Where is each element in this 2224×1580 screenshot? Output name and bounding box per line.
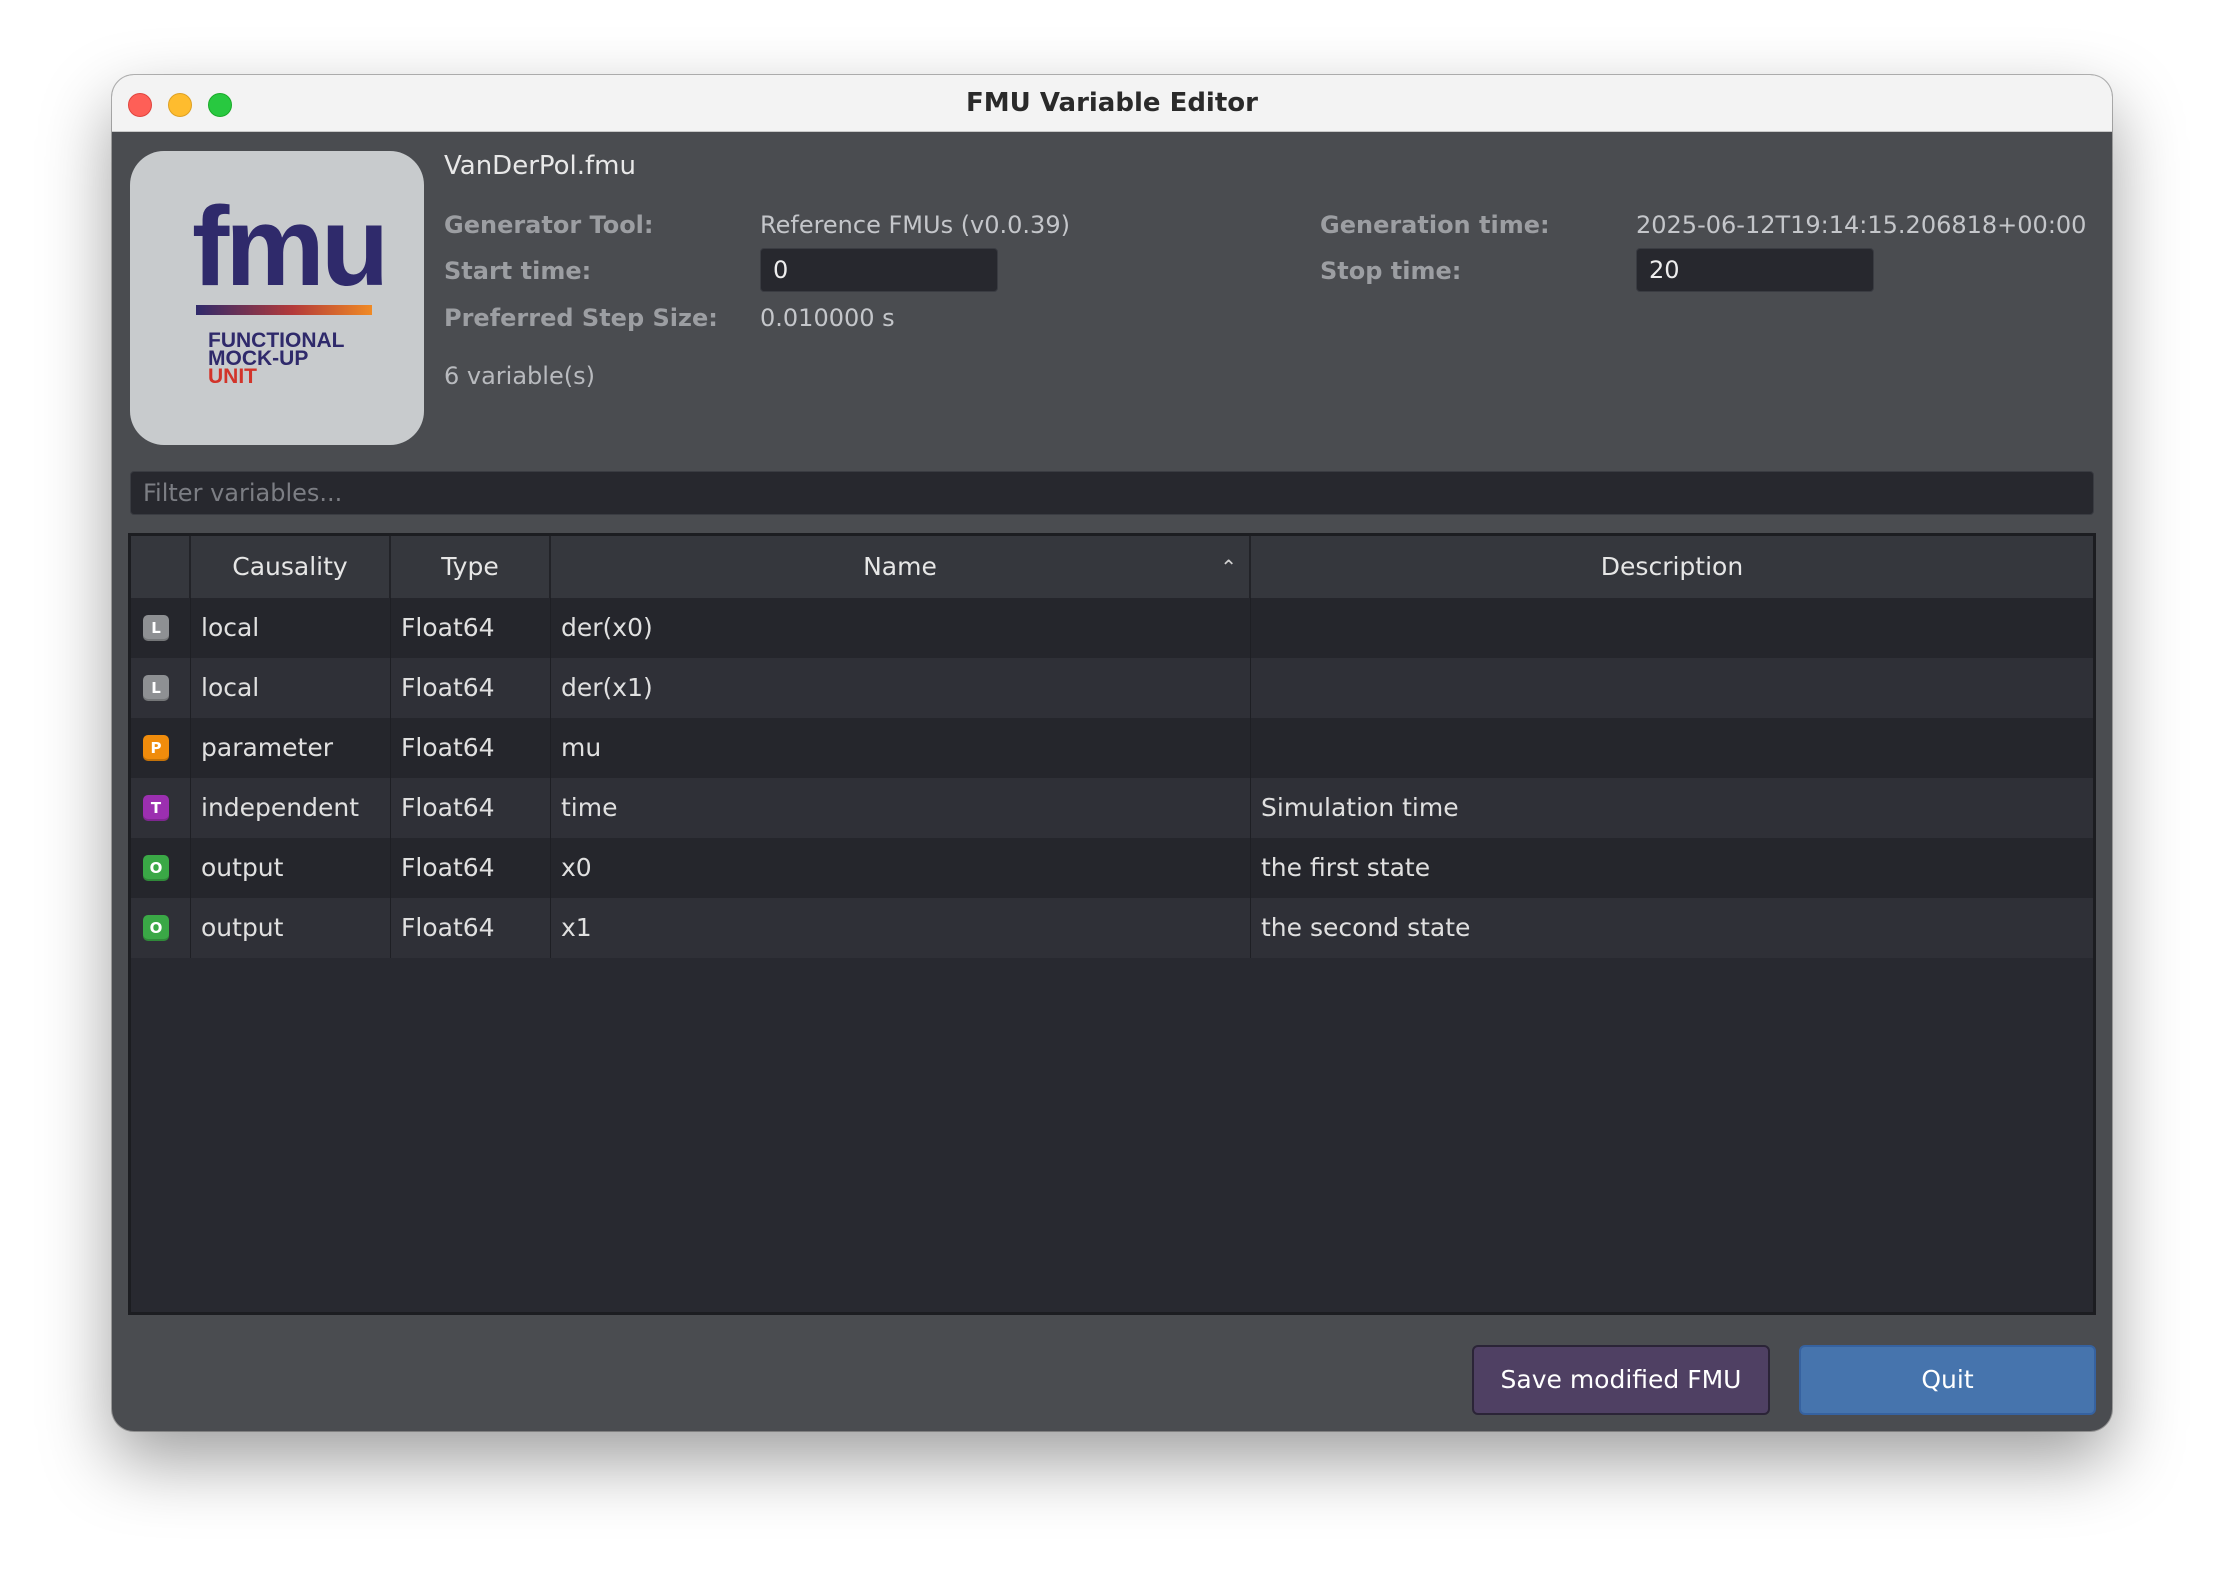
fmu-logo: fmu FUNCTIONAL MOCK-UP UNIT [130,151,424,445]
minimize-window-button[interactable] [168,93,192,117]
row-causality: output [191,838,391,898]
row-description [1251,658,2093,718]
row-description: the second state [1261,913,1471,942]
table-row[interactable]: Tindependent Float64 time Simulation time [131,778,2093,838]
table-row[interactable]: Llocal Float64 der(x1) [131,658,2093,718]
row-name: x1 [551,898,1251,958]
row-description: the first state [1261,853,1431,882]
causality-badge-icon: P [143,735,169,761]
row-icon-cell: O [131,838,191,898]
step-size-value: 0.010000 s [760,304,895,332]
row-icon-cell: L [131,598,191,658]
window-title: FMU Variable Editor [966,88,1258,118]
row-name: der(x1) [551,658,1251,718]
table-row[interactable]: Pparameter Float64 mu [131,718,2093,778]
column-header-description[interactable]: Description [1251,536,2093,598]
row-causality: output [191,898,391,958]
stop-time-input[interactable] [1636,248,1874,292]
table-row[interactable]: Ooutput Float64 x1 the second state [131,898,2093,958]
row-type: Float64 [391,658,551,718]
start-time-label: Start time: [444,257,592,285]
save-modified-fmu-button[interactable]: Save modified FMU as... [1472,1345,1770,1415]
row-icon-cell: P [131,718,191,778]
filter-variables-input[interactable] [130,471,2094,515]
causality-badge-icon: O [143,855,169,881]
row-type: Float64 [391,718,551,778]
stop-time-label: Stop time: [1320,257,1462,285]
row-causality: local [191,598,391,658]
close-window-button[interactable] [128,93,152,117]
logo-wordmark: fmu [192,184,389,309]
row-type: Float64 [391,598,551,658]
row-type: Float64 [391,838,551,898]
column-header-icon[interactable] [131,536,191,598]
table-header: Causality Type Name ⌃ Description [131,536,2093,598]
start-time-input[interactable] [760,248,998,292]
row-type: Float64 [391,778,551,838]
generator-tool-value: Reference FMUs (v0.0.39) [760,211,1070,239]
generation-time-label: Generation time: [1320,211,1550,239]
generation-time-value: 2025-06-12T19:14:15.206818+00:00 [1636,211,2087,239]
row-description [1251,598,2093,658]
row-name: der(x0) [551,598,1251,658]
row-description: Simulation time [1261,793,1459,822]
column-header-causality[interactable]: Causality [191,536,391,598]
logo-text-unit: UNIT [208,365,257,388]
zoom-window-button[interactable] [208,93,232,117]
row-causality: local [191,658,391,718]
row-icon-cell: T [131,778,191,838]
causality-badge-icon: O [143,915,169,941]
row-name: x0 [551,838,1251,898]
row-name: mu [551,718,1251,778]
table-row[interactable]: Llocal Float64 der(x0) [131,598,2093,658]
causality-badge-icon: T [143,795,169,821]
causality-badge-icon: L [143,675,169,701]
variable-count: 6 variable(s) [444,362,595,390]
quit-button[interactable]: Quit [1799,1345,2096,1415]
row-name: time [551,778,1251,838]
causality-badge-icon: L [143,615,169,641]
column-header-name-label: Name [863,552,937,581]
logo-gradient-bar [196,305,372,315]
column-header-name[interactable]: Name ⌃ [551,536,1251,598]
app-window: FMU Variable Editor fmu FUNCTIONAL MOCK-… [112,75,2112,1431]
row-type: Float64 [391,898,551,958]
generator-tool-label: Generator Tool: [444,211,654,239]
column-header-type[interactable]: Type [391,536,551,598]
fmu-file-name: VanDerPol.fmu [444,151,636,181]
table-row[interactable]: Ooutput Float64 x0 the first state [131,838,2093,898]
row-description [1251,718,2093,778]
row-causality: independent [191,778,391,838]
step-size-label: Preferred Step Size: [444,304,718,332]
row-icon-cell: O [131,898,191,958]
row-icon-cell: L [131,658,191,718]
sort-ascending-icon: ⌃ [1220,555,1237,579]
row-causality: parameter [191,718,391,778]
title-bar[interactable]: FMU Variable Editor [112,75,2112,132]
variables-table: Causality Type Name ⌃ Description Llocal… [128,533,2096,1315]
